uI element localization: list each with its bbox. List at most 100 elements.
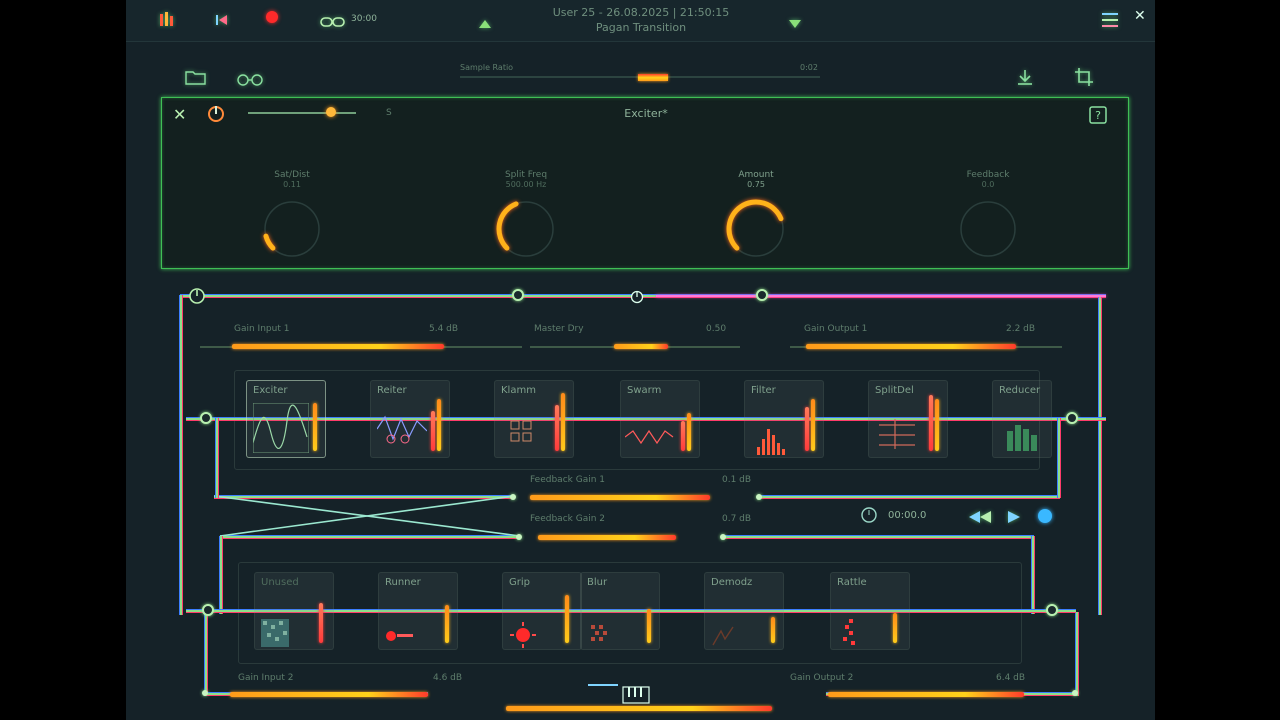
chain-1-slot-exciter[interactable]: Exciter (246, 380, 326, 458)
mixer-icon[interactable] (158, 10, 176, 31)
slot-label: Demodz (711, 577, 753, 588)
close-icon[interactable]: ✕ (1134, 8, 1146, 24)
chain-2-output-node[interactable] (1046, 604, 1058, 616)
knob-dial[interactable] (466, 193, 586, 259)
gain-input-label: Gain Input 1 (234, 324, 290, 334)
feedback-cross-lines (214, 495, 521, 537)
feedback-1-dot[interactable] (510, 494, 516, 500)
gain-input-2-label: Gain Input 2 (238, 673, 294, 683)
knob-ring (960, 201, 1016, 257)
master-dry-fill[interactable] (614, 344, 668, 349)
bottom-left-dot[interactable] (202, 690, 208, 696)
knob-dial[interactable] (928, 193, 1048, 259)
knob-value-arc (263, 233, 276, 251)
skip-back-icon[interactable] (215, 12, 229, 31)
slot-label: Filter (751, 385, 776, 396)
feedback-1-dot-right[interactable] (756, 494, 762, 500)
routing-power-icon[interactable] (630, 289, 644, 308)
bottom-right-dot[interactable] (1072, 690, 1078, 696)
knob-dial[interactable] (232, 193, 352, 259)
slot-meter (445, 605, 449, 643)
feedback-gain-2-label: Feedback Gain 2 (530, 514, 606, 524)
sample-ratio-handle[interactable] (638, 74, 668, 81)
chain-1-slot-swarm[interactable]: Swarm (620, 380, 700, 458)
bitcrush-icon (1007, 425, 1037, 451)
gain-output-label: Gain Output 1 (804, 324, 868, 334)
mix-slider-track[interactable] (248, 112, 356, 114)
chain-2-input-node[interactable] (202, 604, 214, 616)
chain-1-slot-reiter[interactable]: Reiter (370, 380, 450, 458)
slot-meter (805, 407, 809, 451)
chain-2-slot-runner[interactable]: Runner (378, 572, 458, 650)
rewind-icon[interactable] (968, 509, 992, 528)
slot-meter (565, 595, 569, 643)
chain-2-slot-rattle[interactable]: Rattle (830, 572, 910, 650)
loop-toggle-icon[interactable] (1038, 509, 1052, 523)
noise-icon (261, 619, 289, 647)
feedback-gain-2-fill[interactable] (538, 535, 676, 540)
feedback-2-dot-right[interactable] (720, 534, 726, 540)
slot-meter (929, 395, 933, 451)
routing-node-top-right[interactable] (756, 289, 768, 301)
session-name: Pagan Transition (595, 21, 687, 34)
feedback-gain-1-fill[interactable] (530, 495, 710, 500)
loop-icon[interactable] (320, 13, 346, 32)
bottom-master-fill[interactable] (506, 706, 772, 711)
feedback-gain-1-label: Feedback Gain 1 (530, 475, 606, 485)
rattle-icon (843, 619, 855, 645)
feedback-gain-1-value: 0.1 dB (722, 475, 752, 485)
knob-sat-dist[interactable]: Sat/Dist 0.11 (232, 170, 352, 263)
help-icon[interactable]: ? (1088, 105, 1108, 129)
routing-left-line (180, 295, 182, 615)
knob-feedback[interactable]: Feedback 0.0 (928, 170, 1048, 263)
panel-close-icon[interactable]: ✕ (173, 105, 186, 124)
download-icon[interactable] (1016, 68, 1034, 90)
slot-label: Klamm (501, 385, 536, 396)
mix-slider-handle[interactable] (326, 107, 336, 117)
chain-2-slot-blur[interactable]: Blur (580, 572, 660, 650)
feedback-2-dot[interactable] (516, 534, 522, 540)
chain-1-slot-klamm[interactable]: Klamm (494, 380, 574, 458)
folder-icon[interactable] (185, 69, 207, 89)
master-dry-label: Master Dry (534, 324, 584, 334)
chain-1-output-node[interactable] (1066, 412, 1078, 424)
chain-1-slot-splitdel[interactable]: SplitDel (868, 380, 948, 458)
chain-2-slot-unused[interactable]: Unused (254, 572, 334, 650)
keyboard-icon[interactable] (622, 686, 650, 708)
crop-icon[interactable] (1074, 67, 1094, 91)
loop-power-icon[interactable] (188, 287, 206, 309)
split-delay-icon (879, 419, 915, 449)
knob-split-freq[interactable]: Split Freq 500.00 Hz (466, 170, 586, 263)
gain-input-value: 5.4 dB (429, 324, 459, 334)
chain-2-slot-grip[interactable]: Grip (502, 572, 582, 650)
knob-dial[interactable] (696, 193, 816, 259)
power-icon[interactable] (206, 104, 226, 128)
up-arrow-icon[interactable] (478, 14, 492, 33)
chain-2-slot-demodz[interactable]: Demodz (704, 572, 784, 650)
knob-value: 500.00 Hz (505, 180, 547, 189)
play-icon[interactable] (1006, 509, 1022, 528)
routing-node-top-left[interactable] (512, 289, 524, 301)
runner-icon (386, 631, 413, 641)
glasses-icon[interactable] (236, 71, 264, 90)
slot-meter (771, 617, 775, 643)
knob-value: 0.11 (283, 180, 301, 189)
slot-meter (893, 613, 897, 643)
record-icon[interactable] (266, 11, 278, 23)
menu-icon[interactable] (1100, 11, 1120, 33)
slot-label: SplitDel (875, 385, 914, 396)
gain-output-2-fill[interactable] (828, 692, 1024, 697)
gain-output-fill[interactable] (806, 344, 1016, 349)
chain-1-slot-reducer[interactable]: Reducer (992, 380, 1052, 458)
slot-label: Blur (587, 577, 608, 588)
knob-amount[interactable]: Amount 0.75 (696, 170, 816, 263)
chain-1-slot-filter[interactable]: Filter (744, 380, 824, 458)
down-arrow-icon[interactable] (788, 14, 802, 33)
session-user-date: User 25 - 26.08.2025 | 21:50:15 (552, 6, 730, 19)
gain-input-2-fill[interactable] (230, 692, 428, 697)
chain-1-input-node[interactable] (200, 412, 212, 424)
gain-input-fill[interactable] (232, 344, 444, 349)
knob-value-arc (496, 201, 519, 251)
gain-output-2-label: Gain Output 2 (790, 673, 854, 683)
knob-label: Sat/Dist (274, 170, 310, 180)
